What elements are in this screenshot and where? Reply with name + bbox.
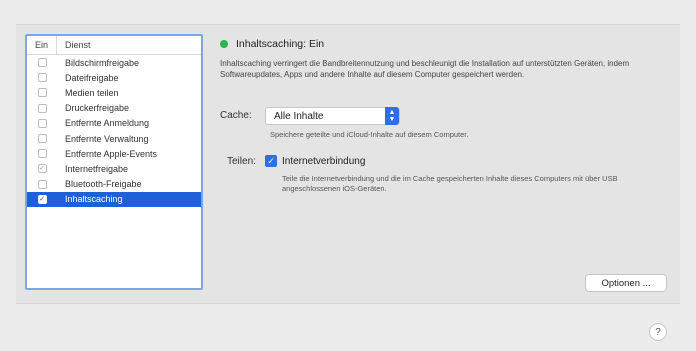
checkbox-cell	[27, 73, 57, 83]
service-checkbox[interactable]: ✓	[37, 164, 47, 174]
service-list[interactable]: Ein Dienst Bildschirmfreigabe Dateifreiga…	[25, 34, 203, 290]
service-row[interactable]: Entfernte Verwaltung	[27, 131, 201, 146]
service-checkbox[interactable]	[37, 149, 47, 159]
service-label: Inhaltscaching	[65, 194, 123, 205]
service-checkbox[interactable]	[37, 179, 47, 189]
service-label: Medien teilen	[65, 87, 119, 98]
column-header-on[interactable]: Ein	[27, 36, 57, 54]
service-label: Entfernte Verwaltung	[65, 133, 149, 144]
service-checkbox[interactable]	[37, 58, 47, 68]
help-button[interactable]: ?	[649, 323, 667, 341]
checkbox-cell	[27, 88, 57, 98]
list-header: Ein Dienst	[27, 36, 201, 55]
service-row[interactable]: ✓ Internetfreigabe	[27, 161, 201, 176]
service-row[interactable]: Entfernte Anmeldung	[27, 116, 201, 131]
service-checkbox[interactable]	[37, 88, 47, 98]
service-checkbox[interactable]	[37, 134, 47, 144]
service-label: Entfernte Apple-Events	[65, 148, 158, 159]
service-description: Inhaltscaching verringert die Bandbreite…	[220, 59, 630, 79]
checkbox-cell	[27, 179, 57, 189]
options-button[interactable]: Optionen ...	[585, 274, 667, 292]
service-label: Internetfreigabe	[65, 163, 129, 174]
service-rows: Bildschirmfreigabe Dateifreigabe Medien te…	[27, 55, 201, 207]
service-label: Druckerfreigabe	[65, 103, 130, 114]
sharing-preferences-pane: Ein Dienst Bildschirmfreigabe Dateifreiga…	[0, 0, 696, 351]
cache-label: Cache:	[220, 110, 252, 121]
checkbox-cell	[27, 58, 57, 68]
service-row[interactable]: Entfernte Apple-Events	[27, 146, 201, 161]
checkbox-cell	[27, 103, 57, 113]
service-row[interactable]: Bildschirmfreigabe	[27, 55, 201, 70]
service-checkbox[interactable]	[37, 73, 47, 83]
service-checkbox[interactable]: ✓	[37, 194, 47, 204]
service-row[interactable]: Dateifreigabe	[27, 70, 201, 85]
service-label: Entfernte Anmeldung	[65, 118, 150, 129]
column-header-service[interactable]: Dienst	[57, 40, 91, 50]
checkbox-cell	[27, 118, 57, 128]
select-arrows-icon: ▲ ▼	[385, 107, 399, 125]
service-label: Bildschirmfreigabe	[65, 57, 140, 68]
cache-help-text: Speichere geteilte und iCloud-Inhalte au…	[270, 130, 469, 139]
service-label: Dateifreigabe	[65, 72, 119, 83]
service-checkbox[interactable]	[37, 103, 47, 113]
service-row[interactable]: ✓ Inhaltscaching	[27, 191, 201, 207]
service-row[interactable]: Bluetooth-Freigabe	[27, 177, 201, 192]
status-row: Inhaltscaching: Ein	[220, 38, 324, 50]
service-row[interactable]: Medien teilen	[27, 85, 201, 100]
checkbox-cell	[27, 134, 57, 144]
checkbox-cell: ✓	[27, 164, 57, 174]
checkbox-cell	[27, 149, 57, 159]
cache-select-value: Alle Inhalte	[274, 110, 324, 122]
service-label: Bluetooth-Freigabe	[65, 179, 142, 190]
status-title: Inhaltscaching: Ein	[236, 38, 325, 50]
service-checkbox[interactable]	[37, 118, 47, 128]
share-description: Teile die Internetverbindung und die im …	[282, 174, 618, 193]
share-internet-checkbox[interactable]: ✓	[265, 155, 277, 167]
checkbox-cell: ✓	[27, 194, 57, 204]
service-row[interactable]: Druckerfreigabe	[27, 101, 201, 116]
share-option-label[interactable]: Internetverbindung	[282, 156, 365, 167]
status-indicator-icon	[220, 40, 228, 48]
share-label: Teilen:	[227, 156, 256, 167]
cache-select[interactable]: Alle Inhalte ▲ ▼	[265, 107, 400, 125]
